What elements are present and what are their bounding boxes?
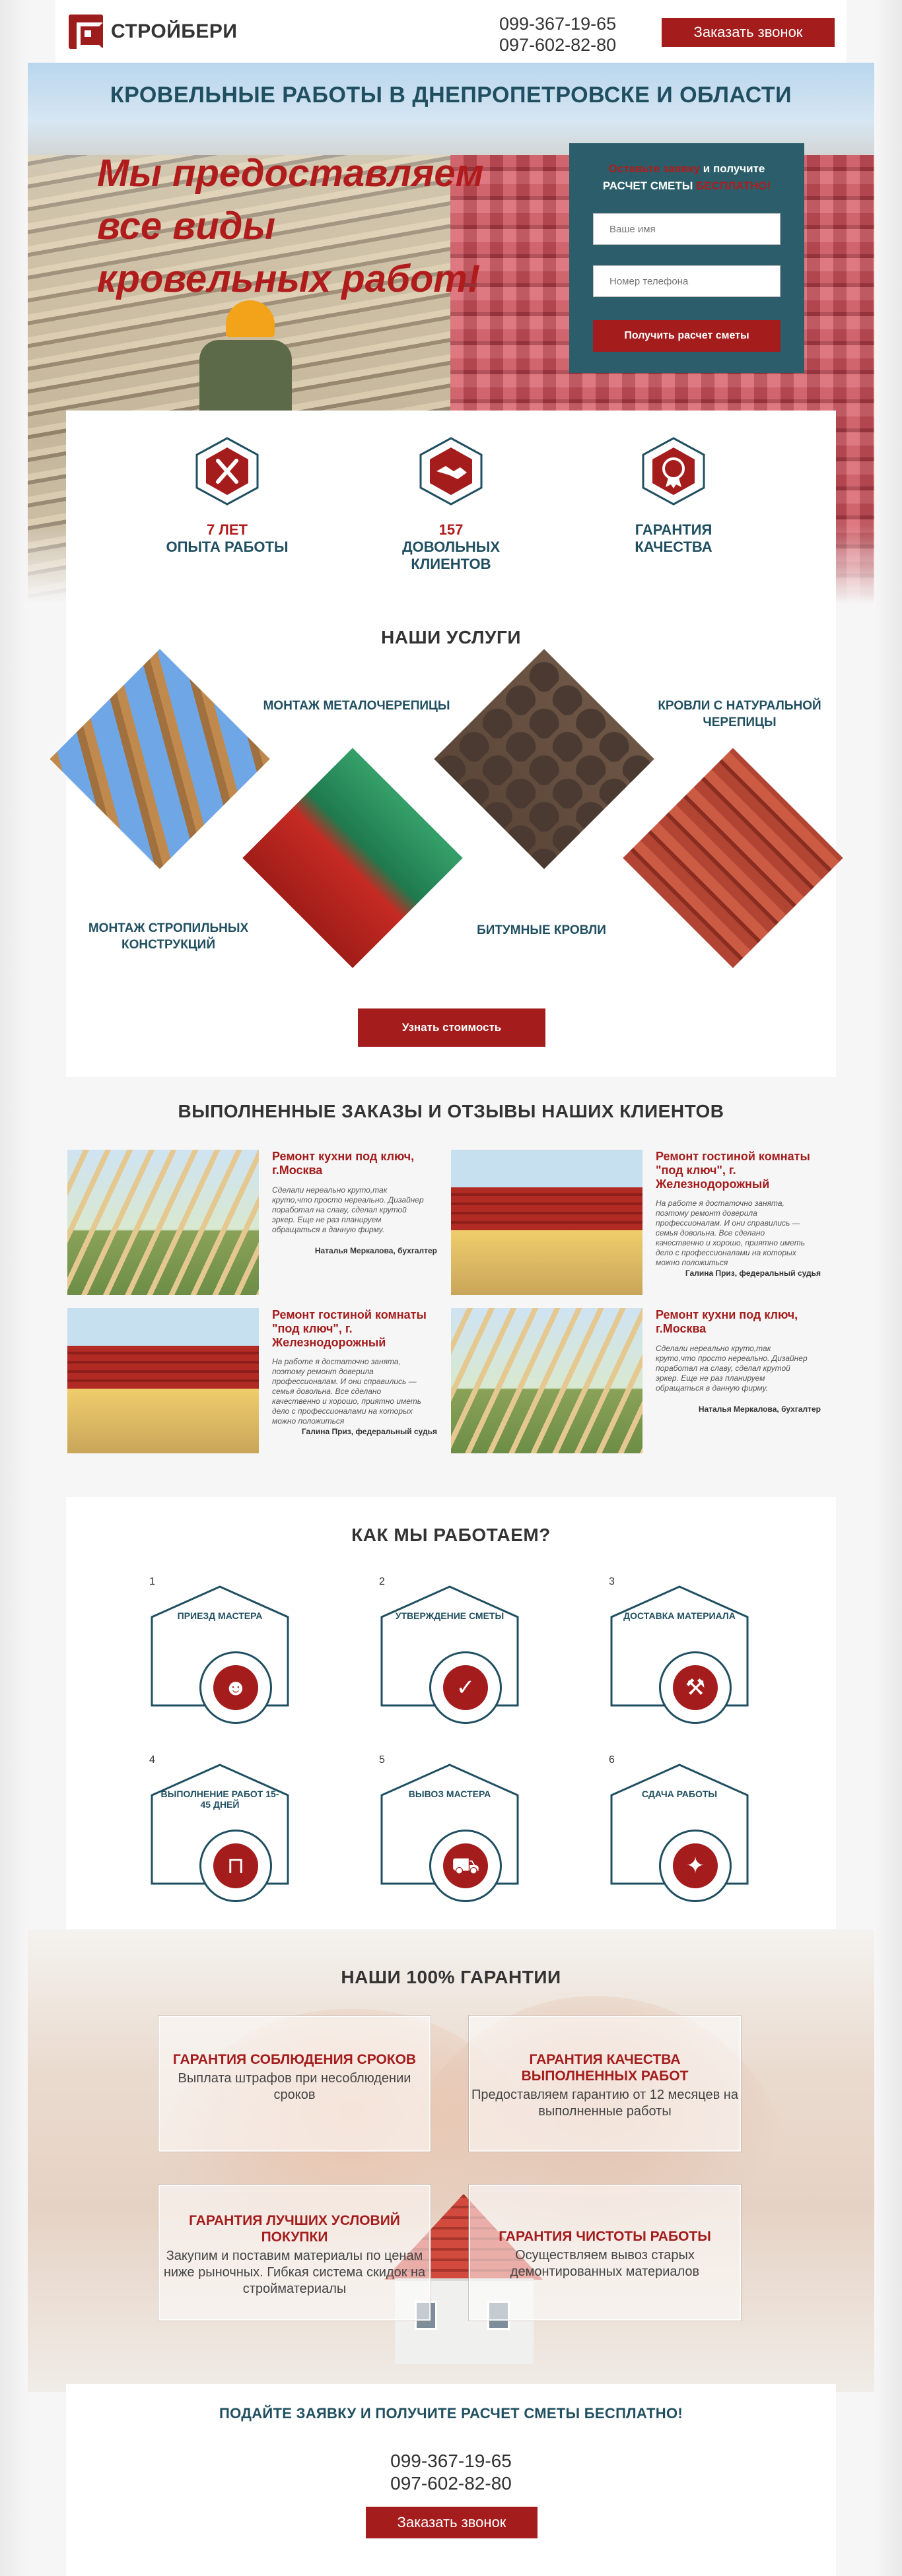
phone-1[interactable]: 099-367-19-65 <box>499 13 616 34</box>
order-card: Ремонт гостиной комнаты "под ключ", г. Ж… <box>67 1308 437 1453</box>
get-price-button[interactable]: Узнать стоимость <box>358 1008 545 1047</box>
order-photo[interactable] <box>67 1150 259 1295</box>
cta-phone-1[interactable]: 099-367-19-65 <box>66 2450 836 2472</box>
cta-title: ПОДАЙТЕ ЗАЯВКУ И ПОЛУЧИТЕ РАСЧЕТ СМЕТЫ Б… <box>219 2405 683 2422</box>
guarantee-quality: ГАРАНТИЯ КАЧЕСТВА ВЫПОЛНЕННЫХ РАБОТ Пред… <box>468 2015 742 2152</box>
worker-icon: ☻ <box>199 1651 272 1724</box>
service-label-bitumen: БИТУМНЫЕ КРОВЛИ <box>477 923 606 937</box>
service-label-rafters: МОНТАЖ СТРОПИЛЬНЫХ КОНСТРУКЦИЙ <box>88 921 249 952</box>
checklist-icon: ✓ <box>429 1651 502 1724</box>
order-title[interactable]: Ремонт кухни под ключ, г.Москва <box>656 1308 821 1336</box>
order-author: Галина Приз, федеральный судья <box>301 1427 437 1436</box>
step-material-delivery: 3 ДОСТАВКА МАТЕРИАЛА ⚒ <box>609 1576 750 1724</box>
stats-panel: 7 ЛЕТ ОПЫТА РАБОТЫ 157 ДОВОЛЬНЫХ КЛИЕНТОВ … <box>66 411 836 606</box>
service-metal-tile-image[interactable] <box>240 746 465 970</box>
estimate-form: Оставьте заявку и получите РАСЧЕТ СМЕТЫ … <box>569 143 804 373</box>
handshake-icon: ✦ <box>659 1830 732 1902</box>
order-title[interactable]: Ремонт кухни под ключ, г.Москва <box>272 1150 437 1177</box>
phone-input[interactable] <box>593 265 781 297</box>
phone-2[interactable]: 097-602-82-80 <box>499 34 616 55</box>
services-title: НАШИ УСЛУГИ <box>381 627 521 647</box>
tools-icon <box>195 437 259 506</box>
order-review: На работе я достаточно занята, поэтому р… <box>656 1199 806 1267</box>
request-call-button[interactable]: Заказать звонок <box>662 18 835 47</box>
hero-title: КРОВЕЛЬНЫЕ РАБОТЫ В ДНЕПРОПЕТРОВСКЕ И ОБ… <box>110 83 792 108</box>
order-card: Ремонт кухни под ключ, г.Москва Сделали … <box>451 1308 821 1453</box>
name-input[interactable] <box>593 213 781 245</box>
order-review: Сделали нереально круто,так круто,что пр… <box>272 1185 424 1234</box>
request-call-button[interactable]: Заказать звонок <box>366 2507 538 2538</box>
order-author: Наталья Меркалова, бухгалтер <box>314 1246 437 1255</box>
get-estimate-button[interactable]: Получить расчет сметы <box>593 320 781 352</box>
order-author: Наталья Меркалова, бухгалтер <box>698 1404 821 1414</box>
order-review: Сделали нереально круто,так круто,что пр… <box>656 1344 808 1393</box>
cta-section: ПОДАЙТЕ ЗАЯВКУ И ПОЛУЧИТЕ РАСЧЕТ СМЕТЫ Б… <box>66 2384 836 2576</box>
cart-icon: ⛟ <box>429 1830 502 1902</box>
guarantee-cleanliness: ГАРАНТИЯ ЧИСТОТЫ РАБОТЫ Осуществляем выв… <box>468 2184 742 2321</box>
order-photo[interactable] <box>451 1150 642 1295</box>
service-label-metal-tile: МОНТАЖ МЕТАЛОЧЕРЕПИЦЫ <box>263 699 450 713</box>
order-card: Ремонт гостиной комнаты "под ключ", г. Ж… <box>451 1150 821 1295</box>
toolbox-icon: ⚒ <box>659 1651 732 1724</box>
order-title[interactable]: Ремонт гостиной комнаты "под ключ", г. Ж… <box>656 1150 821 1191</box>
service-rafters-image[interactable] <box>48 647 272 871</box>
handshake-icon <box>419 437 483 506</box>
cta-phones: 099-367-19-65 097-602-82-80 <box>66 2450 836 2495</box>
step-handover: 6 СДАЧА РАБОТЫ ✦ <box>609 1754 750 1902</box>
guarantee-deadlines: ГАРАНТИЯ СОБЛЮДЕНИЯ СРОКОВ Выплата штраф… <box>158 2015 431 2152</box>
logo-text: СТРОЙБЕРИ <box>111 20 238 42</box>
guarantee-purchase: ГАРАНТИЯ ЛУЧШИХ УСЛОВИЙ ПОКУПКИ Закупим … <box>158 2184 431 2321</box>
paint-roller-icon: ⊓ <box>199 1830 272 1902</box>
service-bitumen-image[interactable] <box>432 647 656 871</box>
order-card: Ремонт кухни под ключ, г.Москва Сделали … <box>67 1150 437 1295</box>
medal-icon <box>642 437 705 506</box>
stat-quality: ГАРАНТИЯ КАЧЕСТВА <box>594 437 753 556</box>
guarantees-section: НАШИ 100% ГАРАНТИИ ГАРАНТИЯ СОБЛЮДЕНИЯ С… <box>28 1930 874 2392</box>
landing-page: КРОВЕЛЬНЫЕ РАБОТЫ В ДНЕПРОПЕТРОВСКЕ И ОБ… <box>0 0 902 2576</box>
logo-mark-icon <box>69 15 103 49</box>
services-section: НАШИ УСЛУГИ МОНТАЖ СТРОПИЛЬНЫХ КОНСТРУКЦ… <box>48 602 845 1077</box>
service-natural-tile-image[interactable] <box>621 746 845 970</box>
step-estimate-approval: 2 УТВЕРЖДЕНИЕ СМЕТЫ ✓ <box>379 1576 520 1724</box>
step-master-visit: 1 ПРИЕЗД МАСТЕРА ☻ <box>149 1576 291 1724</box>
order-title[interactable]: Ремонт гостиной комнаты "под ключ", г. Ж… <box>272 1308 437 1350</box>
cta-phone-2[interactable]: 097-602-82-80 <box>66 2472 836 2495</box>
order-photo[interactable] <box>451 1308 642 1453</box>
stat-experience: 7 ЛЕТ ОПЫТА РАБОТЫ <box>148 437 306 556</box>
header-phones: 099-367-19-65 097-602-82-80 <box>499 13 616 55</box>
step-work: 4 ВЫПОЛНЕНИЕ РАБОТ 15-45 ДНЕЙ ⊓ <box>149 1754 291 1902</box>
order-photo[interactable] <box>67 1308 259 1453</box>
stat-clients: 157 ДОВОЛЬНЫХ КЛИЕНТОВ <box>372 437 530 573</box>
service-label-natural-tile: КРОВЛИ С НАТУРАЛЬНОЙ ЧЕРЕПИЦЫ <box>658 699 821 729</box>
step-master-removal: 5 ВЫВОЗ МАСТЕРА ⛟ <box>379 1754 520 1902</box>
form-heading: Оставьте заявку и получите РАСЧЕТ СМЕТЫ … <box>602 162 771 192</box>
hero-slogan: Мы предоставляем все виды кровельных раб… <box>97 152 484 300</box>
order-author: Галина Приз, федеральный судья <box>685 1269 821 1278</box>
order-review: На работе я достаточно занята, поэтому р… <box>272 1357 422 1426</box>
logo[interactable]: СТРОЙБЕРИ <box>69 15 237 49</box>
guarantees-title: НАШИ 100% ГАРАНТИИ <box>341 1967 561 1987</box>
how-we-work-section: КАК МЫ РАБОТАЕМ? 1 ПРИЕЗД МАСТЕРА ☻ 2 УТ… <box>66 1497 836 1929</box>
orders-title: ВЫПОЛНЕННЫЕ ЗАКАЗЫ И ОТЗЫВЫ НАШИХ КЛИЕНТ… <box>178 1101 724 1121</box>
site-header: СТРОЙБЕРИ 099-367-19-65 097-602-82-80 За… <box>55 0 847 63</box>
how-title: КАК МЫ РАБОТАЕМ? <box>351 1525 551 1545</box>
